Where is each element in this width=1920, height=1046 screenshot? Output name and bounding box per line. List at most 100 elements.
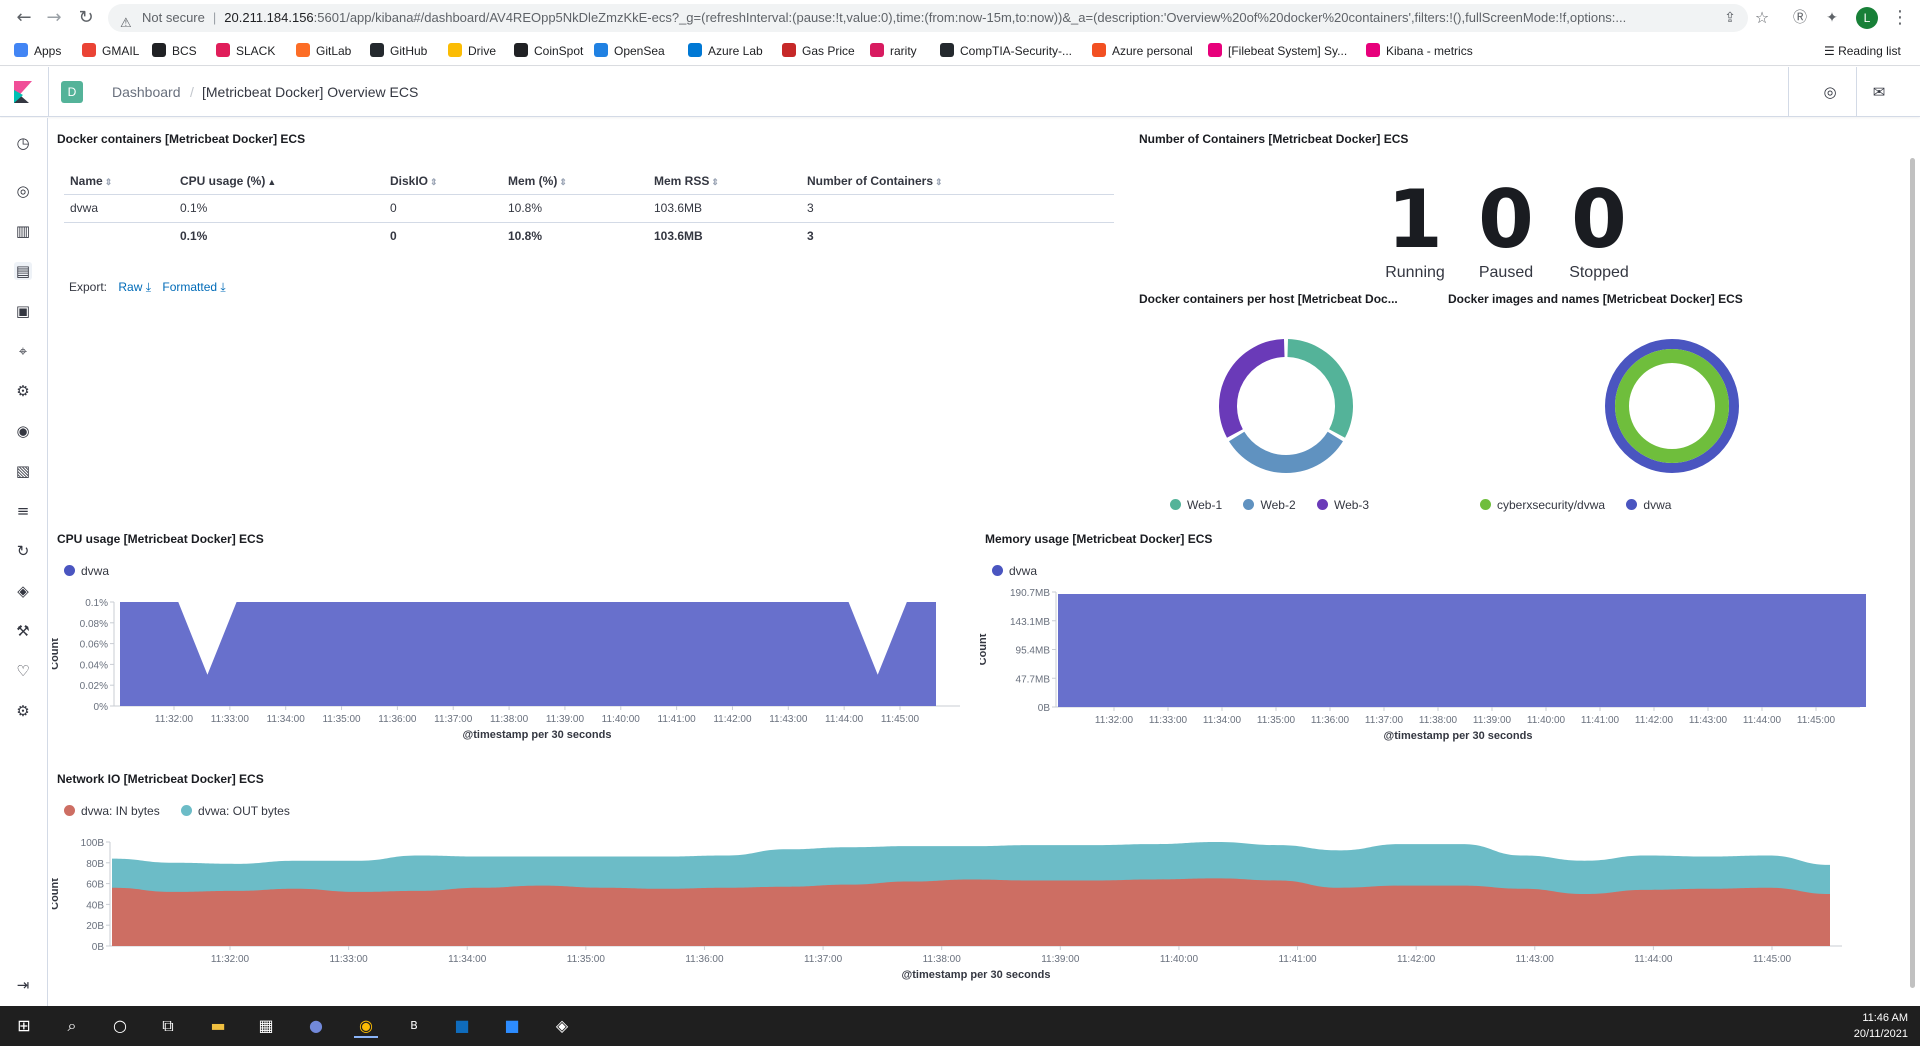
collapse-nav-icon[interactable]: ⇥: [14, 976, 32, 994]
profile-avatar[interactable]: L: [1856, 7, 1878, 29]
donut-ring-cyberxsecurity-dvwa[interactable]: [1615, 349, 1729, 463]
bookmark-label: Gas Price: [802, 44, 855, 58]
cell: 3: [801, 194, 1114, 223]
metrics-icon[interactable]: ◉: [14, 422, 32, 440]
bookmark-item[interactable]: CompTIA-Security-...: [940, 42, 1072, 60]
legend-item-web-1[interactable]: Web-1: [1170, 498, 1222, 512]
bookmark-item[interactable]: GitHub: [370, 42, 427, 60]
bookmark-item[interactable]: BCS: [152, 42, 197, 60]
col-header[interactable]: Mem (%) ⇕: [502, 168, 648, 195]
bookmark-item[interactable]: GMAIL: [82, 42, 139, 60]
extension-r-icon[interactable]: Ⓡ: [1790, 8, 1810, 28]
dashboard-icon[interactable]: ▤: [14, 262, 32, 280]
bookmark-favicon-icon: [1366, 43, 1380, 57]
canvas-icon[interactable]: ▣: [14, 302, 32, 320]
recent-clock-icon[interactable]: ◷: [14, 134, 32, 152]
back-icon[interactable]: ←: [14, 8, 34, 28]
ml-icon[interactable]: ⚙: [14, 382, 32, 400]
space-avatar[interactable]: D: [61, 81, 83, 103]
share-icon[interactable]: ⇪: [1720, 8, 1740, 28]
discord-icon[interactable]: ●: [304, 1014, 328, 1038]
legend-dot: [1626, 499, 1638, 510]
system-clock[interactable]: 11:46 AM 20/11/2021: [1854, 1010, 1908, 1042]
task-view-icon[interactable]: ⧉: [156, 1014, 180, 1038]
legend-item-dvwa[interactable]: dvwa: [1626, 498, 1671, 512]
bcs-app-icon[interactable]: B: [402, 1014, 426, 1038]
logs-icon[interactable]: ▧: [14, 462, 32, 480]
cpu-area-series[interactable]: [120, 602, 936, 706]
mail-icon[interactable]: ✉: [1871, 84, 1887, 100]
bookmark-item[interactable]: Gas Price: [782, 42, 855, 60]
discover-compass-icon[interactable]: ◎: [14, 182, 32, 200]
page-scrollbar[interactable]: [1906, 118, 1918, 1006]
bookmark-item[interactable]: Azure personal: [1092, 42, 1193, 60]
chrome-icon[interactable]: ◉: [354, 1014, 378, 1038]
breadcrumb-dashboard[interactable]: Dashboard: [112, 84, 181, 100]
help-icon[interactable]: ◎: [1822, 84, 1838, 100]
cpu-legend[interactable]: dvwa: [64, 564, 109, 578]
star-icon[interactable]: ☆: [1752, 8, 1772, 28]
cortana-icon[interactable]: ○: [108, 1014, 132, 1038]
legend-item-web-2[interactable]: Web-2: [1243, 498, 1296, 512]
bookmark-favicon-icon: [448, 43, 462, 57]
mem-legend[interactable]: dvwa: [992, 564, 1037, 578]
export-formatted-link[interactable]: Formatted ⤓: [162, 280, 225, 294]
bookmark-item[interactable]: Drive: [448, 42, 496, 60]
legend-item-cyberxsecurity-dvwa[interactable]: cyberxsecurity/dvwa: [1480, 498, 1605, 512]
bookmark-item[interactable]: [Filebeat System] Sy...: [1208, 42, 1347, 60]
donut-slice-web-3[interactable]: [1219, 339, 1285, 438]
table-panel-title: Docker containers [Metricbeat Docker] EC…: [57, 132, 306, 146]
store-icon[interactable]: ▦: [254, 1014, 278, 1038]
windows-start-icon[interactable]: ⊞: [12, 1014, 36, 1038]
y-tick-label: 100B: [81, 838, 105, 849]
monitoring-icon[interactable]: ♡: [14, 662, 32, 680]
outlook-icon[interactable]: ■: [450, 1014, 474, 1038]
bookmark-item[interactable]: CoinSpot: [514, 42, 583, 60]
search-icon[interactable]: ⌕: [60, 1014, 84, 1038]
extensions-puzzle-icon[interactable]: ✦: [1822, 8, 1842, 28]
uptime-icon[interactable]: ↻: [14, 542, 32, 560]
bookmark-item[interactable]: Apps: [14, 42, 61, 60]
legend-item-out-bytes[interactable]: dvwa: OUT bytes: [181, 804, 290, 818]
col-header[interactable]: DiskIO ⇕: [384, 168, 502, 195]
file-explorer-icon[interactable]: ▬: [206, 1014, 230, 1038]
donut-slice-web-1[interactable]: [1287, 339, 1353, 438]
legend-item-web-3[interactable]: Web-3: [1316, 498, 1369, 512]
bookmark-item[interactable]: GitLab: [296, 42, 351, 60]
x-tick-label: 11:45:00: [881, 714, 920, 725]
visualize-icon[interactable]: ▥: [14, 222, 32, 240]
bookmark-favicon-icon: [870, 43, 884, 57]
stopped-label: Stopped: [1569, 264, 1629, 281]
scroll-thumb[interactable]: [1910, 158, 1915, 988]
browser-menu-icon[interactable]: ⋮: [1890, 8, 1910, 28]
reading-list[interactable]: ☰ Reading list: [1824, 42, 1901, 60]
forward-icon[interactable]: →: [44, 8, 64, 28]
export-raw-link[interactable]: Raw ⤓: [118, 280, 151, 294]
siem-icon[interactable]: ◈: [14, 582, 32, 600]
zoom-icon[interactable]: ■: [500, 1014, 524, 1038]
col-header[interactable]: CPU usage (%) ▲: [174, 168, 384, 195]
dev-tools-icon[interactable]: ⚒: [14, 622, 32, 640]
management-gear-icon[interactable]: ⚙: [14, 702, 32, 720]
bookmark-item[interactable]: Azure Lab: [688, 42, 763, 60]
bookmark-item[interactable]: OpenSea: [594, 42, 665, 60]
x-axis-title: @timestamp per 30 seconds: [902, 969, 1051, 981]
containers-table: Name ⇕ CPU usage (%) ▲ DiskIO ⇕ Mem (%) ⇕ Me…: [64, 168, 1114, 250]
col-header[interactable]: Number of Containers ⇕: [801, 168, 1114, 195]
col-header[interactable]: Name ⇕: [64, 168, 174, 195]
memory-area-series[interactable]: [1058, 594, 1866, 707]
stopped-metric: 0 Stopped: [1557, 180, 1641, 282]
legend-item-in-bytes[interactable]: dvwa: IN bytes: [64, 804, 160, 818]
apm-icon[interactable]: ≡: [14, 502, 32, 520]
kibana-logo-icon[interactable]: [12, 81, 34, 103]
bookmark-item[interactable]: SLACK: [216, 42, 275, 60]
app-icon[interactable]: ◈: [550, 1014, 574, 1038]
maps-icon[interactable]: ⌖: [14, 342, 32, 360]
windows-taskbar: ⊞ ⌕ ○ ⧉ ▬ ▦ ● ◉ B ■ ■ ◈ 11:46 AM 20/11/2…: [0, 1006, 1920, 1046]
col-header[interactable]: Mem RSS ⇕: [648, 168, 801, 195]
donut-slice-web-2[interactable]: [1229, 431, 1343, 473]
bookmark-item[interactable]: Kibana - metrics: [1366, 42, 1473, 60]
bookmark-item[interactable]: rarity: [870, 42, 917, 60]
address-bar[interactable]: ⚠ Not secure | 20.211.184.156:5601/app/kib…: [108, 4, 1748, 32]
reload-icon[interactable]: ↻: [76, 8, 96, 28]
